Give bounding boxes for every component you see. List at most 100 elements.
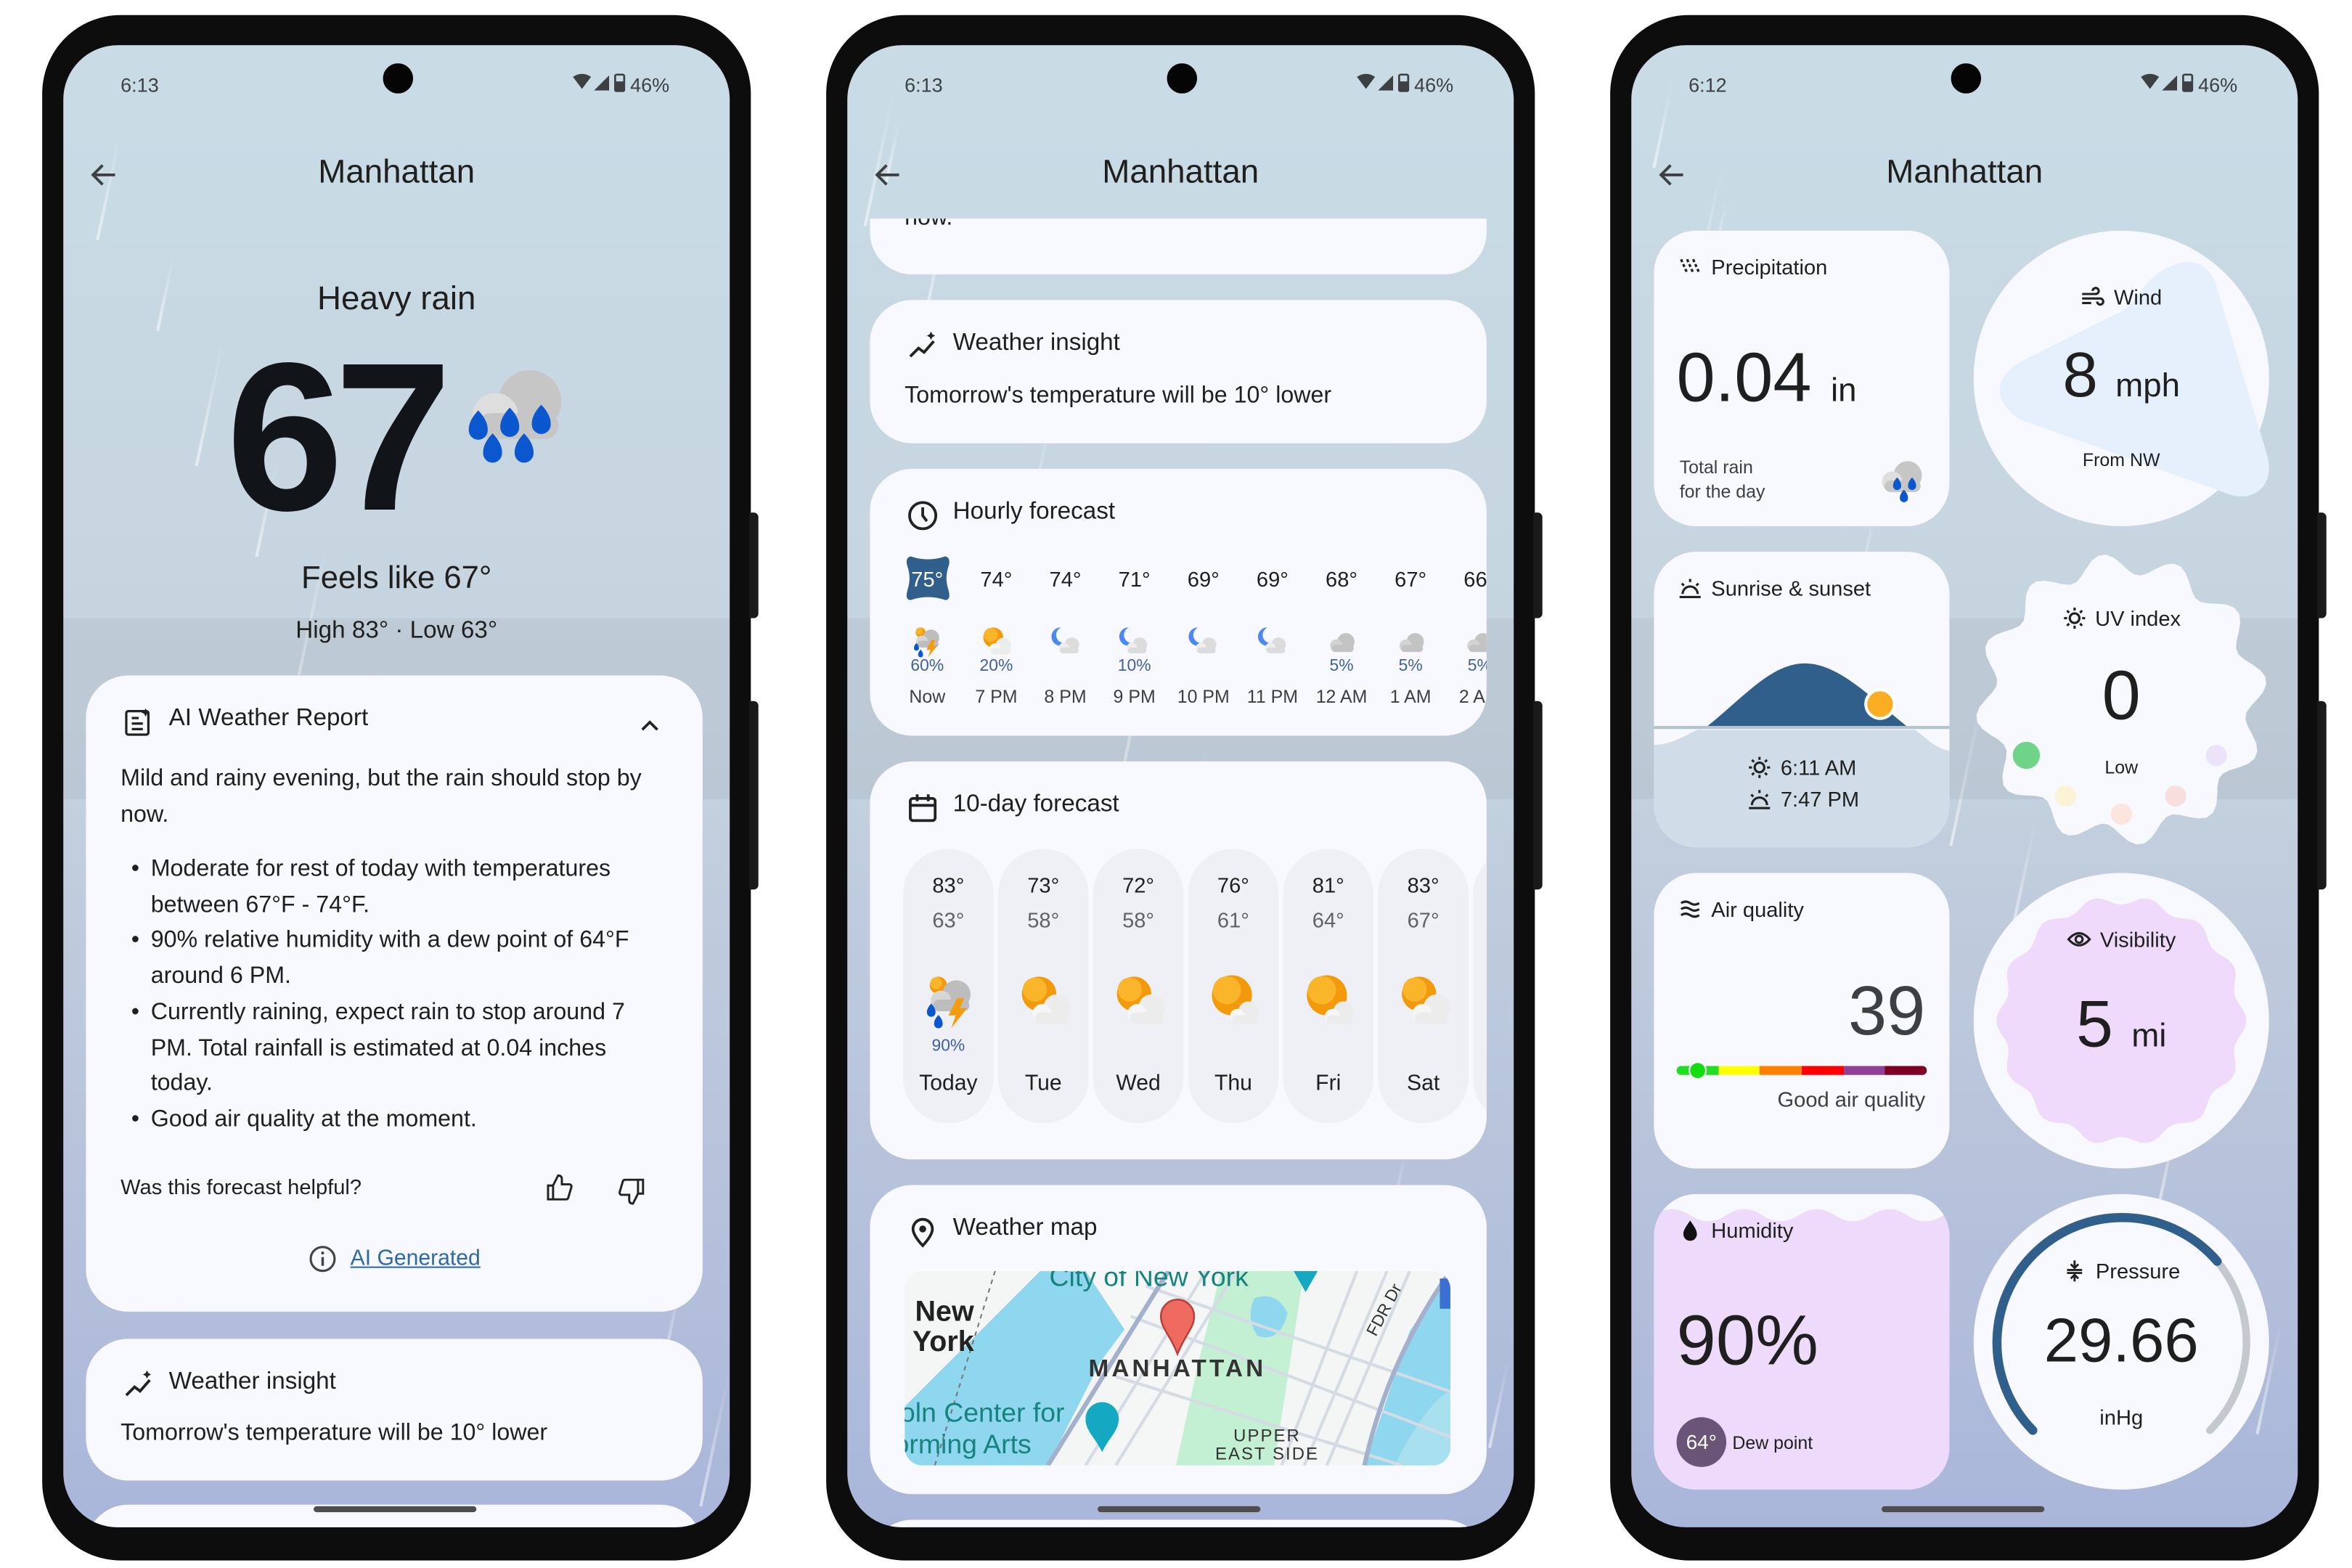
insight-text: Tomorrow's temperature will be 10° lower [905,383,1332,409]
daily-item[interactable]: 73° 58° Tue [997,849,1089,1124]
time-text: 6:11 AM [1780,755,1857,780]
hourly-scroller[interactable]: 75° 60% Now 74° 20% 7 PM 74° 8 PM 71° 10% 9 PM 69° 1… [870,469,1487,736]
aqi-indicator [1689,1061,1707,1080]
water-drop-icon [1683,1220,1697,1241]
ai-generated-row: AI Generated [86,1244,702,1274]
hourly-time: 7 PM [975,685,1018,708]
camera-cutout [383,63,414,94]
unit: mi [2131,1016,2167,1054]
low-temp: 58° [1122,907,1155,932]
mostly-sunny-icon [1301,969,1358,1029]
report-summary-end: now. [905,219,952,232]
hourly-time: 2 AM [1458,685,1487,708]
chevron-up-icon[interactable] [638,714,662,738]
tile-title: Pressure [1974,1259,2269,1283]
day-label: Sat [1406,1071,1440,1096]
sunset-time: 7:47 PM [1747,787,1859,811]
air-quality-tile[interactable]: Air quality 39 Good air quality [1654,873,1950,1169]
ai-weather-report-card: AI Weather Report Mild and rainy evening… [86,675,703,1312]
humidity-tile[interactable]: Humidity 90% 64° Dew point [1654,1193,1950,1490]
mostly-sunny-icon [1206,969,1264,1029]
phone-3: 6:12 46% Manhattan Precipitation 0.04 in… [1610,15,2327,1561]
humidity-value: 90% [1676,1299,1818,1380]
home-indicator[interactable] [1881,1506,2045,1513]
precipitation-value: 0.04 in [1677,336,1857,417]
night-cloudy-icon [1187,624,1220,658]
hourly-time: 9 PM [1113,685,1156,708]
weather-insight-card[interactable]: Weather insight Tomorrow's temperature w… [870,300,1487,444]
daily-item[interactable]: 72° 58° Wed [1093,849,1184,1124]
battery-percent: 46% [630,73,670,96]
next-card [870,1519,1487,1527]
ai-weather-report-card: now. [870,219,1487,274]
aqi-scale-segment [1718,1066,1760,1075]
hourly-temp: 74° [1049,566,1082,592]
thunderstorm-icon [910,624,944,658]
value: 0.04 [1676,338,1812,417]
map-label-line: Lincoln Center for [905,1397,1065,1428]
day-label: Thu [1214,1071,1252,1096]
visibility-tile[interactable]: Visibility 5 mi [1973,873,2269,1169]
tile-title: Humidity [1678,1218,1793,1242]
hourly-temp: 69° [1187,566,1220,592]
hourly-temp: 75° [911,566,944,592]
hourly-time: 12 AM [1315,685,1368,708]
daily-scroller[interactable]: 83° 63° 90% Today 73° 58° Tue 72° 58° Wed 76° 61° Th… [870,761,1487,1159]
partly-sunny-icon [1396,969,1453,1029]
low-temp: 67° [1407,907,1440,932]
report-bullet: Good air quality at the moment. [121,1102,663,1138]
dew-point-badge: 64° [1676,1417,1727,1467]
home-indicator[interactable] [313,1506,477,1513]
ten-day-forecast-card: 10-day forecast 83° 63° 90% Today 73° 58° Tue 7… [870,761,1487,1160]
info-icon[interactable] [308,1244,338,1274]
map-label-line: EAST SIDE [1214,1445,1320,1464]
weather-insight-card[interactable]: Weather insight Tomorrow's temperature w… [86,1339,703,1481]
thunderstorm-icon [921,969,979,1029]
card-title: Weather insight [168,1368,336,1395]
thumbs-down-icon[interactable] [616,1176,647,1206]
volume-button [749,701,759,890]
precip-chance: 5% [1329,657,1354,676]
weather-map-card[interactable]: Weather map City of New York New York MAN [870,1185,1487,1495]
daily-item[interactable] [1473,849,1487,1124]
daily-item[interactable]: 83° 67° Sat [1378,849,1469,1124]
hourly-temp: 68° [1326,566,1358,592]
precip-chance: 5% [1467,657,1487,676]
daily-item[interactable]: 83° 63° 90% Today [903,849,994,1124]
cloudy-icon [1325,624,1358,658]
tile-title-text: Sunrise & sunset [1711,576,1871,600]
tile-title: Air quality [1678,897,1804,921]
home-indicator[interactable] [1097,1506,1261,1513]
location-title: Manhattan [1886,152,2043,190]
volume-button [2317,701,2327,890]
rain-streak [195,341,224,467]
rain-icon [1874,449,1929,504]
value: 8 [2062,339,2098,410]
daily-item[interactable]: 76° 61° Thu [1188,849,1279,1124]
aqi-scale-segment [1760,1066,1802,1075]
unit: mph [2115,366,2181,404]
partly-sunny-icon [980,624,1013,658]
weather-map[interactable]: City of New York NewYork MANHATTAN Linco… [905,1270,1450,1466]
precipitation-caption: Total rain for the day [1680,455,1765,503]
thumbs-up-icon[interactable] [544,1173,575,1204]
map-label-line: New [915,1297,974,1328]
precip-chance: 5% [1398,657,1423,676]
pressure-tile[interactable]: Pressure 29.66 inHg [1973,1193,2269,1490]
precip-chance: 20% [979,657,1013,676]
sun-icon [2063,607,2085,629]
hourly-temp: 69° [1256,566,1289,592]
uv-index-tile[interactable]: UV index 0 Low [1974,552,2269,847]
tile-title-text: UV index [2095,605,2181,631]
precipitation-tile[interactable]: Precipitation 0.04 in Total rain for the … [1654,230,1950,526]
precipitation-icon [1680,258,1701,274]
pressure-unit: inHg [2099,1405,2144,1429]
tile-title-text: Precipitation [1711,254,1828,279]
feedback-question: Was this forecast helpful? [121,1174,362,1199]
wind-tile[interactable]: Wind 8 mph From NW [1973,230,2269,526]
ai-generated-link[interactable]: AI Generated [351,1247,481,1271]
sunrise-sunset-tile[interactable]: Sunrise & sunset 6:11 AM 7:47 PM [1654,552,1950,848]
high-temp: 76° [1217,873,1249,897]
scroll-content[interactable]: now. Weather insight Tomorrow's temperat… [847,219,1514,1527]
daily-item[interactable]: 81° 64° Fri [1283,849,1374,1124]
